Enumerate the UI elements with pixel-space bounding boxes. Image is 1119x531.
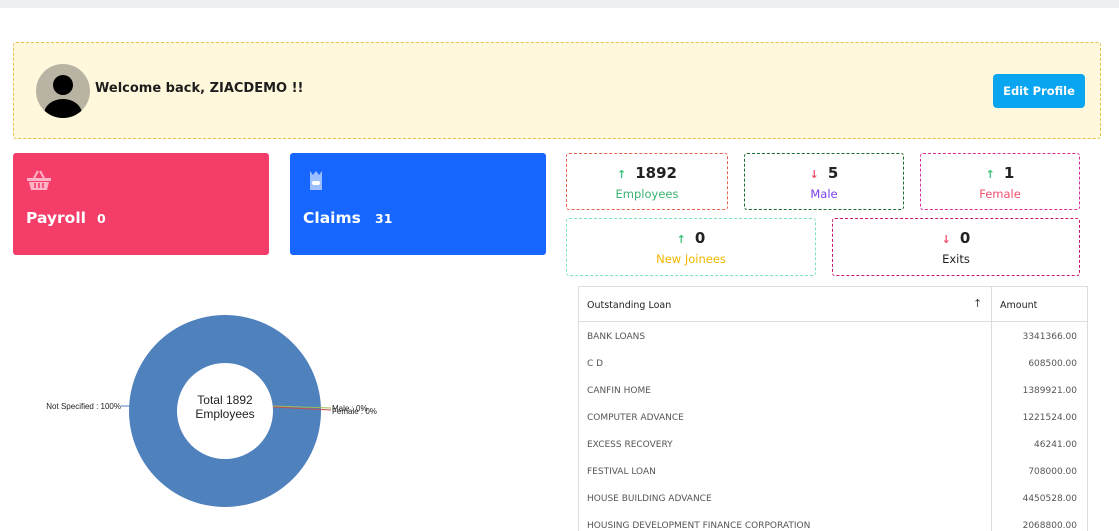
arrow-up-icon: ↑ [676, 233, 686, 246]
employees-count-row: ↑ 1892 [567, 164, 727, 182]
loan-amount-cell: 46241.00 [1034, 440, 1077, 450]
loan-amount-cell: 1221524.00 [1022, 413, 1077, 423]
table-row[interactable]: FESTIVAL LOAN 708000.00 [579, 458, 1087, 485]
column-header-outstanding-loan[interactable]: Outstanding Loan [587, 300, 671, 311]
arrow-up-icon: ↑ [617, 168, 627, 181]
payroll-label: Payroll [26, 209, 86, 227]
female-card[interactable]: ↑ 1 Female [920, 153, 1080, 210]
avatar[interactable] [36, 64, 90, 118]
male-card[interactable]: ↓ 5 Male [744, 153, 904, 210]
edit-profile-button[interactable]: Edit Profile [993, 74, 1085, 108]
table-row[interactable]: EXCESS RECOVERY 46241.00 [579, 431, 1087, 458]
loan-amount-cell: 4450528.00 [1022, 494, 1077, 504]
arrow-down-icon: ↓ [809, 168, 819, 181]
exits-count-row: ↓ 0 [833, 229, 1079, 247]
employees-count: 1892 [635, 164, 677, 182]
welcome-banner: Welcome back, ZIACDEMO !! Edit Profile [13, 42, 1101, 139]
male-count: 5 [827, 164, 839, 182]
claims-value: 31 [375, 211, 393, 226]
table-row[interactable]: COMPUTER ADVANCE 1221524.00 [579, 404, 1087, 431]
table-row[interactable]: BANK LOANS 3341366.00 [579, 323, 1087, 350]
employee-donut-chart: Total 1892 Employees Not Specified : 100… [46, 315, 377, 507]
employee-donut-chart-card: Total 1892 Employees Not Specified : 100… [13, 274, 553, 531]
employees-card[interactable]: ↑ 1892 Employees [566, 153, 728, 210]
new-joinees-count-row: ↑ 0 [567, 229, 815, 247]
female-count-row: ↑ 1 [921, 164, 1079, 182]
claims-label: Claims [303, 209, 361, 227]
avatar-body [44, 99, 82, 118]
loan-name-cell: FESTIVAL LOAN [587, 467, 656, 477]
basket-icon [27, 170, 51, 190]
dashboard-page: Welcome back, ZIACDEMO !! Edit Profile P… [0, 8, 1119, 531]
table-row[interactable]: CANFIN HOME 1389921.00 [579, 377, 1087, 404]
outstanding-loan-table: Outstanding Loan ↑ Amount BANK LOANS 3341… [578, 286, 1088, 531]
exits-label: Exits [942, 252, 970, 266]
loan-amount-cell: 708000.00 [1028, 467, 1077, 477]
chart-center-line-1: Total 1892 [197, 393, 253, 407]
female-label: Female [979, 187, 1021, 201]
loan-amount-cell: 3341366.00 [1022, 332, 1077, 342]
avatar-head [53, 75, 73, 95]
payroll-tile[interactable]: Payroll 0 [13, 153, 269, 255]
loan-name-cell: BANK LOANS [587, 332, 646, 342]
loan-name-cell: C D [587, 359, 604, 369]
loan-amount-cell: 1389921.00 [1022, 386, 1077, 396]
arrow-down-icon: ↓ [941, 233, 951, 246]
welcome-message: Welcome back, ZIACDEMO !! [95, 81, 304, 96]
new-joinees-label: New Joinees [656, 252, 726, 266]
column-header-amount[interactable]: Amount [1000, 300, 1037, 311]
table-row[interactable]: C D 608500.00 [579, 350, 1087, 377]
loan-name-cell: CANFIN HOME [587, 386, 651, 396]
slice-label-not-specified: Not Specified : 100% [46, 402, 121, 411]
loan-name-cell: EXCESS RECOVERY [587, 440, 673, 450]
loan-amount-cell: 2068800.00 [1022, 521, 1077, 531]
exits-count: 0 [959, 229, 971, 247]
male-label: Male [810, 187, 838, 201]
new-joinees-count: 0 [694, 229, 706, 247]
male-count-row: ↓ 5 [745, 164, 903, 182]
sort-arrow-icon[interactable]: ↑ [973, 297, 982, 310]
claims-tile[interactable]: Claims 31 [290, 153, 546, 255]
table-row[interactable]: HOUSING DEVELOPMENT FINANCE CORPORATION 2… [579, 512, 1087, 531]
loan-amount-cell: 608500.00 [1028, 359, 1077, 369]
female-count: 1 [1003, 164, 1015, 182]
loan-name-cell: HOUSE BUILDING ADVANCE [587, 494, 712, 504]
table-row[interactable]: HOUSE BUILDING ADVANCE 4450528.00 [579, 485, 1087, 512]
loan-name-cell: HOUSING DEVELOPMENT FINANCE CORPORATION [587, 521, 811, 531]
chart-center-line-2: Employees [195, 407, 254, 421]
loan-name-cell: COMPUTER ADVANCE [587, 413, 684, 423]
slice-label-female: Female : 0% [332, 407, 377, 416]
new-joinees-card[interactable]: ↑ 0 New Joinees [566, 218, 816, 276]
exits-card[interactable]: ↓ 0 Exits [832, 218, 1080, 276]
employees-label: Employees [615, 187, 679, 201]
payroll-value: 0 [97, 211, 106, 226]
claims-icon [310, 171, 322, 190]
table-header: Outstanding Loan ↑ Amount [579, 287, 1087, 322]
arrow-up-icon: ↑ [985, 168, 995, 181]
